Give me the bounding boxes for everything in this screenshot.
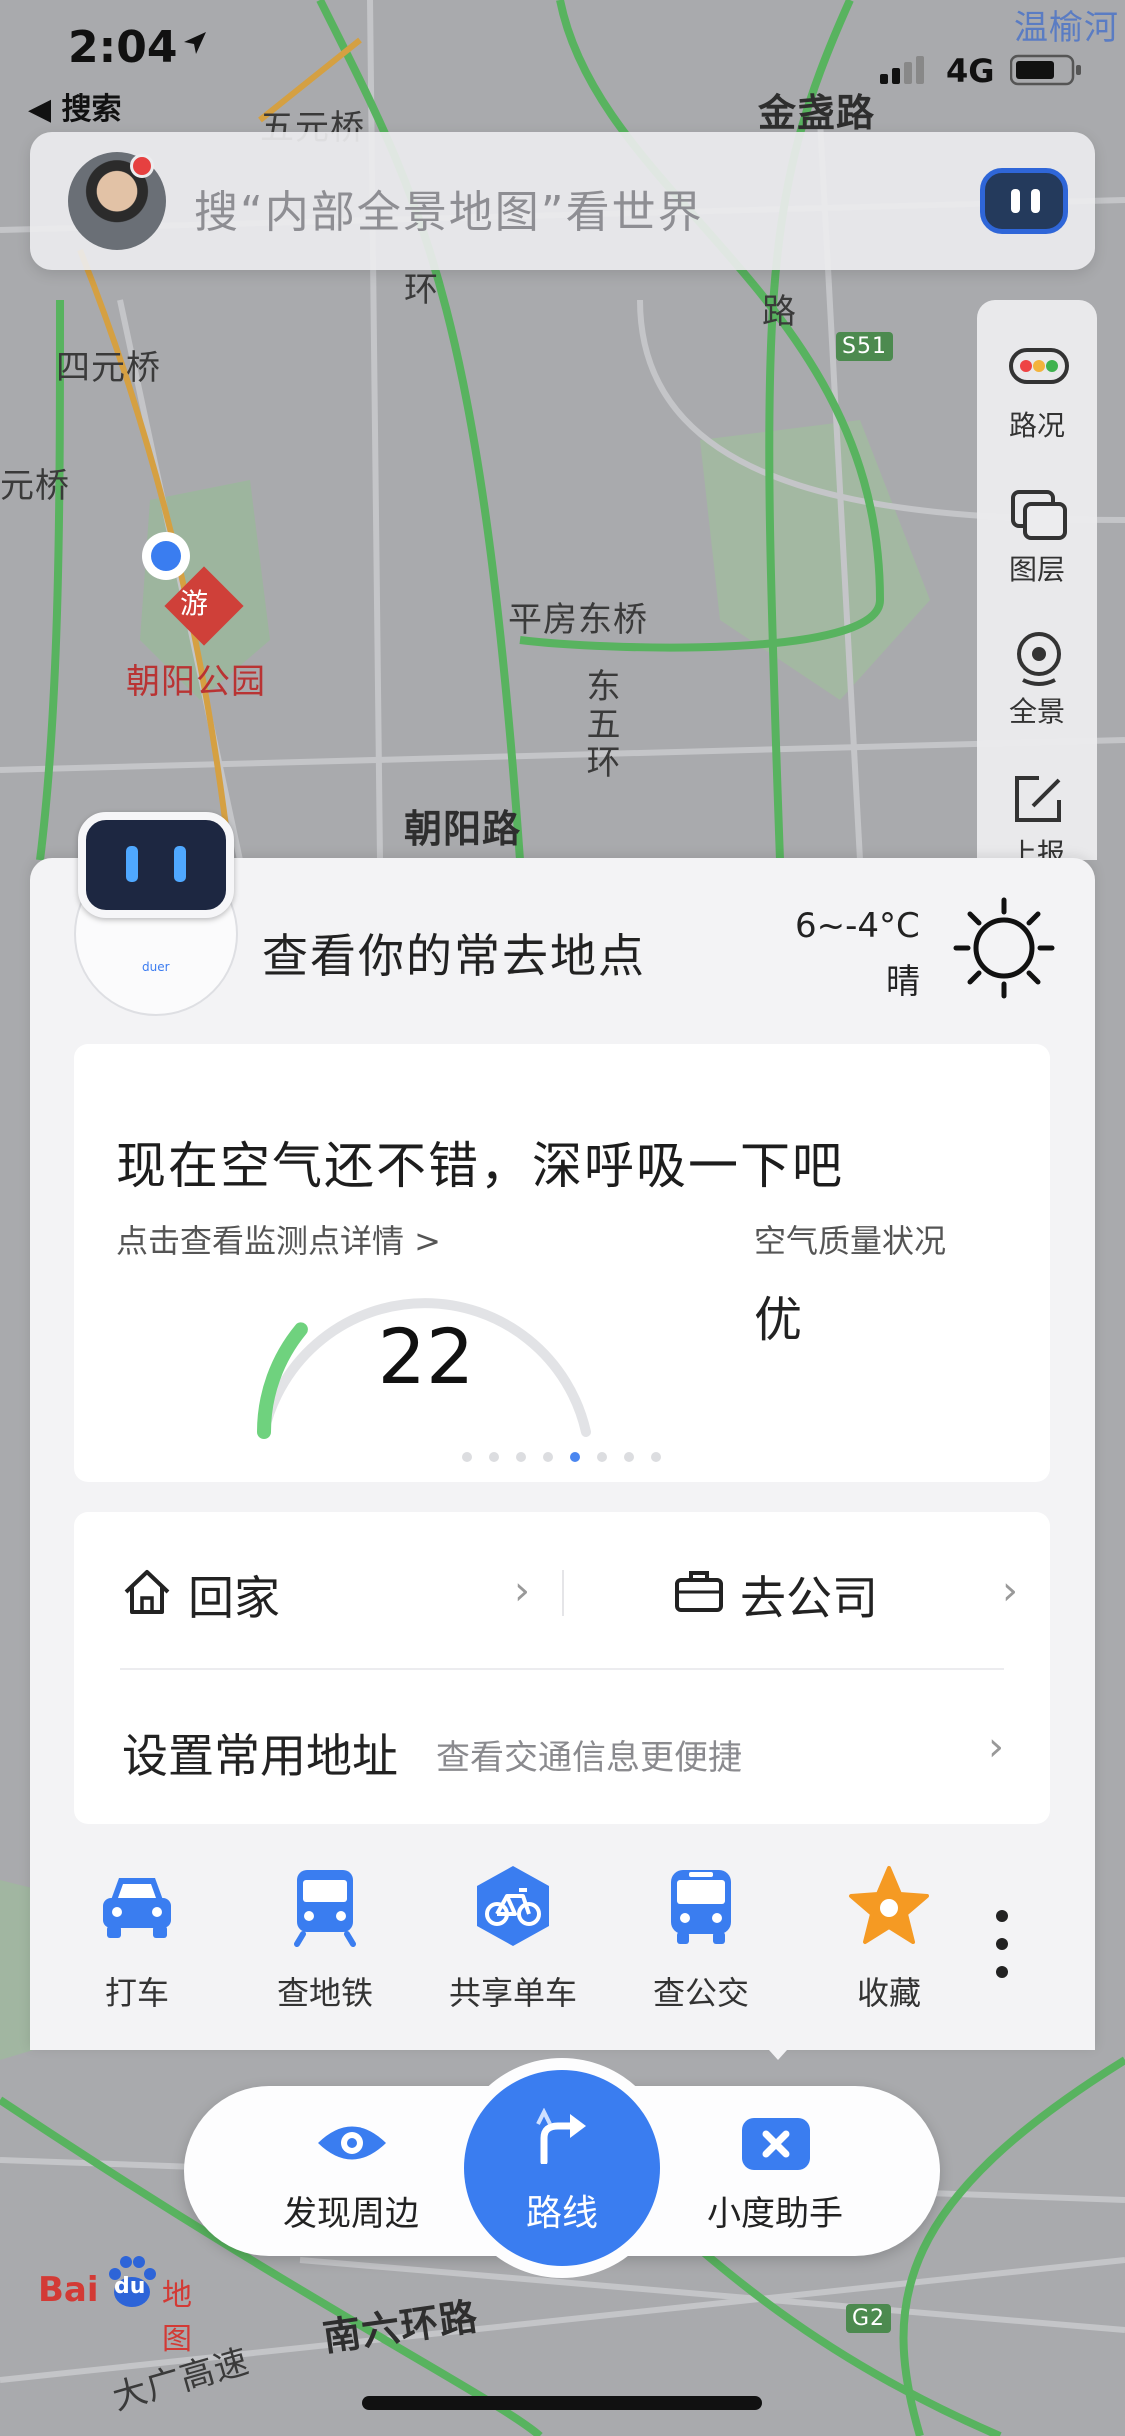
bike-share-label: 共享单车 <box>448 1974 577 2012</box>
frequent-places-prompt[interactable]: 查看你的常去地点 <box>262 920 646 986</box>
frequent-address-card: 回家 › 去公司 › 设置常用地址 查看交通信息更便捷 › <box>74 1512 1050 1824</box>
logo-du: du <box>114 2274 146 2299</box>
monitoring-details-link[interactable]: 点击查看监测点详情 > <box>116 1216 441 1262</box>
pager-dot[interactable] <box>624 1452 634 1462</box>
route-button[interactable]: 路线 <box>464 2070 660 2266</box>
aqi-value: 22 <box>377 1312 475 1401</box>
panorama-label: 全景 <box>1008 695 1065 728</box>
duer-robot-avatar[interactable]: duer <box>44 812 244 1030</box>
pager-dot[interactable] <box>489 1452 499 1462</box>
edit-report-icon <box>1015 776 1061 822</box>
go-to-work-button[interactable]: 去公司 › <box>564 1512 1050 1668</box>
status-time: 2:04 <box>68 22 178 73</box>
search-input[interactable]: 搜“内部全景地图”看世界 <box>194 176 704 240</box>
pager-dot[interactable] <box>651 1452 661 1462</box>
pager-dot[interactable] <box>543 1452 553 1462</box>
logo-map: 地图 <box>162 2278 192 2357</box>
favorites-button[interactable]: 收藏 <box>814 1864 964 2024</box>
map-tool-rail: 路况 图层 全景 上报 <box>977 300 1097 870</box>
layers-button[interactable]: 图层 <box>977 464 1097 604</box>
sun-icon <box>953 897 1055 999</box>
traffic-button[interactable]: 路况 <box>977 320 1097 460</box>
go-to-work-label: 去公司 <box>740 1571 878 1625</box>
pager-dot[interactable] <box>597 1452 607 1462</box>
subway-button[interactable]: 查地铁 <box>250 1864 400 2024</box>
briefcase-icon <box>675 1571 723 1612</box>
cellular-signal-icon <box>880 56 924 84</box>
pager-dot[interactable] <box>516 1452 526 1462</box>
map-label-pingfang-dongqiao: 平房东桥 <box>508 600 648 640</box>
status-bar: 2:04 ◀ 搜索 4G <box>0 0 1125 130</box>
voice-assistant-button[interactable] <box>980 168 1068 234</box>
eye-icon <box>318 2126 386 2160</box>
location-arrow-icon <box>184 32 206 54</box>
map-label-lu: 路 <box>762 292 797 332</box>
turn-arrow-icon <box>536 2108 586 2164</box>
map-label-chaoyanglu: 朝阳路 <box>404 807 522 851</box>
robot-tag: duer <box>142 960 170 974</box>
back-to-search-link[interactable]: ◀ 搜索 <box>28 84 122 128</box>
network-type: 4G <box>946 52 995 90</box>
taxi-button[interactable]: 打车 <box>62 1864 212 2024</box>
set-frequent-address-button[interactable]: 设置常用地址 查看交通信息更便捷 › <box>74 1670 1050 1824</box>
card-pointer <box>760 2040 796 2060</box>
home-indicator <box>362 2396 762 2410</box>
chevron-right-icon: › <box>514 1568 530 1614</box>
map-label-siyuanqiao: 四元桥 <box>56 348 161 388</box>
search-bar[interactable]: 搜“内部全景地图”看世界 <box>30 132 1095 270</box>
layers-icon <box>1011 490 1067 540</box>
air-quality-status-label: 空气质量状况 <box>754 1222 947 1260</box>
card-pager-dots[interactable] <box>462 1452 682 1464</box>
traffic-light-icon <box>1009 348 1069 384</box>
map-label-chaoyang-park: 朝阳公园 <box>126 662 266 702</box>
weather-temperature: 6~-4°C <box>795 906 920 946</box>
go-home-button[interactable]: 回家 › <box>74 1512 544 1668</box>
pager-dot[interactable] <box>570 1452 580 1462</box>
air-quality-status-value: 优 <box>754 1292 803 1348</box>
traffic-label: 路况 <box>1008 409 1065 442</box>
taxi-icon <box>103 1878 171 1938</box>
layers-label: 图层 <box>1008 553 1065 586</box>
tab-xiaodu-assistant[interactable]: 小度助手 <box>690 2110 860 2240</box>
bus-button[interactable]: 查公交 <box>626 1864 776 2024</box>
logo-bai: Bai <box>38 2270 99 2310</box>
panorama-pin-icon <box>1017 632 1061 686</box>
home-icon <box>124 1570 170 1614</box>
battery-icon <box>1010 54 1081 86</box>
air-quality-headline: 现在空气还不错，深呼吸一下吧 <box>116 1137 844 1195</box>
chevron-right-icon: › <box>988 1724 1004 1770</box>
discover-nearby-label: 发现周边 <box>283 2194 419 2234</box>
subway-icon <box>294 1870 356 1947</box>
subway-label: 查地铁 <box>276 1974 373 2012</box>
chevron-right-icon: › <box>1002 1568 1018 1614</box>
star-icon <box>849 1866 929 1944</box>
set-address-hint: 查看交通信息更便捷 <box>436 1738 742 1778</box>
go-home-label: 回家 <box>188 1571 280 1625</box>
map-label-dongwuhuan: 东五环 <box>580 668 620 782</box>
route-label: 路线 <box>525 2193 598 2234</box>
bike-icon <box>477 1866 549 1946</box>
quick-actions: 打车 查地铁 共享单车 查公交 收藏 <box>30 1864 1095 2024</box>
more-options-icon[interactable] <box>982 1904 1022 1984</box>
tab-discover-nearby[interactable]: 发现周边 <box>266 2110 436 2240</box>
weather-condition: 晴 <box>886 962 920 1002</box>
panorama-button[interactable]: 全景 <box>977 606 1097 746</box>
set-address-label: 设置常用地址 <box>122 1729 398 1783</box>
robot-head <box>78 812 234 918</box>
map-label-you: 游 <box>180 587 210 620</box>
notification-dot <box>130 154 154 178</box>
map-label-yuanqiao: 元桥 <box>0 466 70 506</box>
bike-share-button[interactable]: 共享单车 <box>438 1864 588 2024</box>
taxi-label: 打车 <box>104 1974 169 2012</box>
air-quality-card[interactable]: 现在空气还不错，深呼吸一下吧 点击查看监测点详情 > 空气质量状况 优 22 <box>74 1044 1050 1482</box>
favorites-label: 收藏 <box>856 1974 921 2012</box>
map-label-s51: S51 <box>836 332 893 361</box>
xiaodu-assistant-label: 小度助手 <box>707 2194 843 2234</box>
pager-dot[interactable] <box>462 1452 472 1462</box>
bus-icon <box>671 1870 731 1944</box>
bus-label: 查公交 <box>652 1974 749 2012</box>
map-label-g2: G2 <box>846 2304 892 2333</box>
xiaodu-assistant-icon <box>742 2118 810 2170</box>
